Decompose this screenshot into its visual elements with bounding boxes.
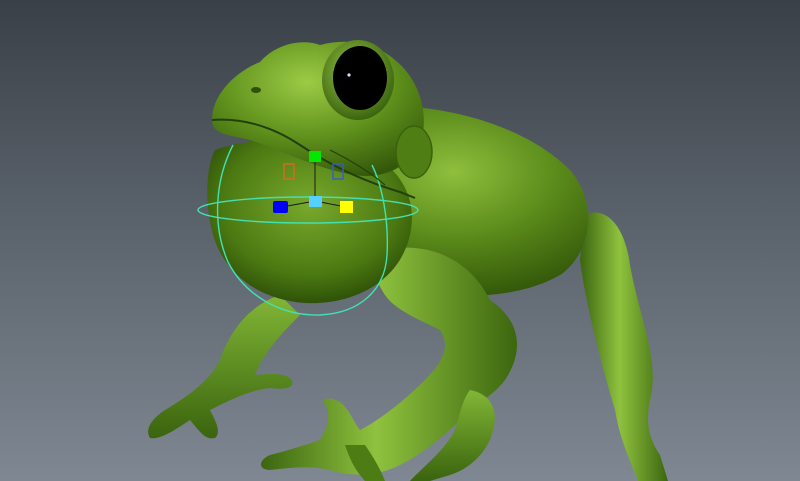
nostril	[251, 87, 261, 93]
frog-model[interactable]	[148, 40, 668, 481]
eye-highlight	[347, 73, 351, 77]
eye-icon	[333, 46, 387, 110]
back-right-leg[interactable]	[580, 212, 668, 481]
3d-viewport[interactable]	[0, 0, 800, 481]
scene-canvas[interactable]	[0, 0, 800, 481]
front-left-leg[interactable]	[148, 295, 300, 439]
x-axis-handle[interactable]	[273, 201, 288, 213]
z-axis-handle[interactable]	[340, 201, 353, 213]
ear-tympanum	[395, 125, 433, 179]
center-handle[interactable]	[309, 196, 322, 207]
y-axis-handle[interactable]	[309, 151, 321, 162]
